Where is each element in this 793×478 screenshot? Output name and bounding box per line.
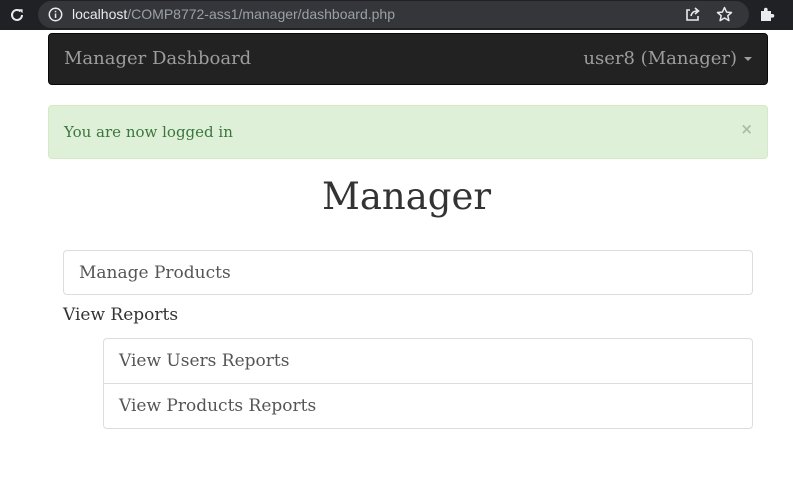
manage-products-group: Manage Products bbox=[63, 250, 753, 295]
info-icon[interactable] bbox=[48, 7, 63, 22]
navbar: Manager Dashboard user8 (Manager) bbox=[48, 33, 768, 85]
manage-products-label: Manage Products bbox=[79, 263, 231, 283]
address-bar[interactable]: localhost/COMP8772-ass1/manager/dashboar… bbox=[38, 1, 749, 28]
manage-products-link[interactable]: Manage Products bbox=[64, 251, 752, 295]
reload-icon[interactable] bbox=[6, 4, 28, 26]
user-menu-label: user8 (Manager) bbox=[583, 48, 737, 69]
user-menu-dropdown[interactable]: user8 (Manager) bbox=[583, 48, 752, 70]
view-products-reports-label: View Products Reports bbox=[119, 396, 317, 416]
caret-down-icon bbox=[744, 57, 752, 61]
star-icon[interactable] bbox=[716, 6, 733, 23]
view-users-reports-label: View Users Reports bbox=[119, 351, 290, 371]
url-path: /COMP8772-ass1/manager/dashboard.php bbox=[127, 6, 395, 22]
url-host: localhost bbox=[72, 6, 128, 22]
browser-toolbar: localhost/COMP8772-ass1/manager/dashboar… bbox=[0, 0, 793, 30]
extensions-icon[interactable] bbox=[758, 5, 776, 23]
view-products-reports-link[interactable]: View Products Reports bbox=[104, 384, 752, 428]
address-url[interactable]: localhost/COMP8772-ass1/manager/dashboar… bbox=[72, 6, 395, 23]
close-icon[interactable]: × bbox=[740, 120, 753, 138]
share-icon[interactable] bbox=[684, 6, 701, 23]
success-alert: You are now logged in × bbox=[48, 105, 768, 159]
page-title: Manager bbox=[321, 175, 492, 218]
reports-list-group: View Users Reports View Products Reports bbox=[103, 338, 753, 429]
alert-message: You are now logged in bbox=[64, 123, 233, 141]
view-reports-label: View Reports bbox=[63, 305, 179, 325]
view-users-reports-link[interactable]: View Users Reports bbox=[104, 339, 752, 383]
navbar-brand[interactable]: Manager Dashboard bbox=[64, 48, 251, 70]
